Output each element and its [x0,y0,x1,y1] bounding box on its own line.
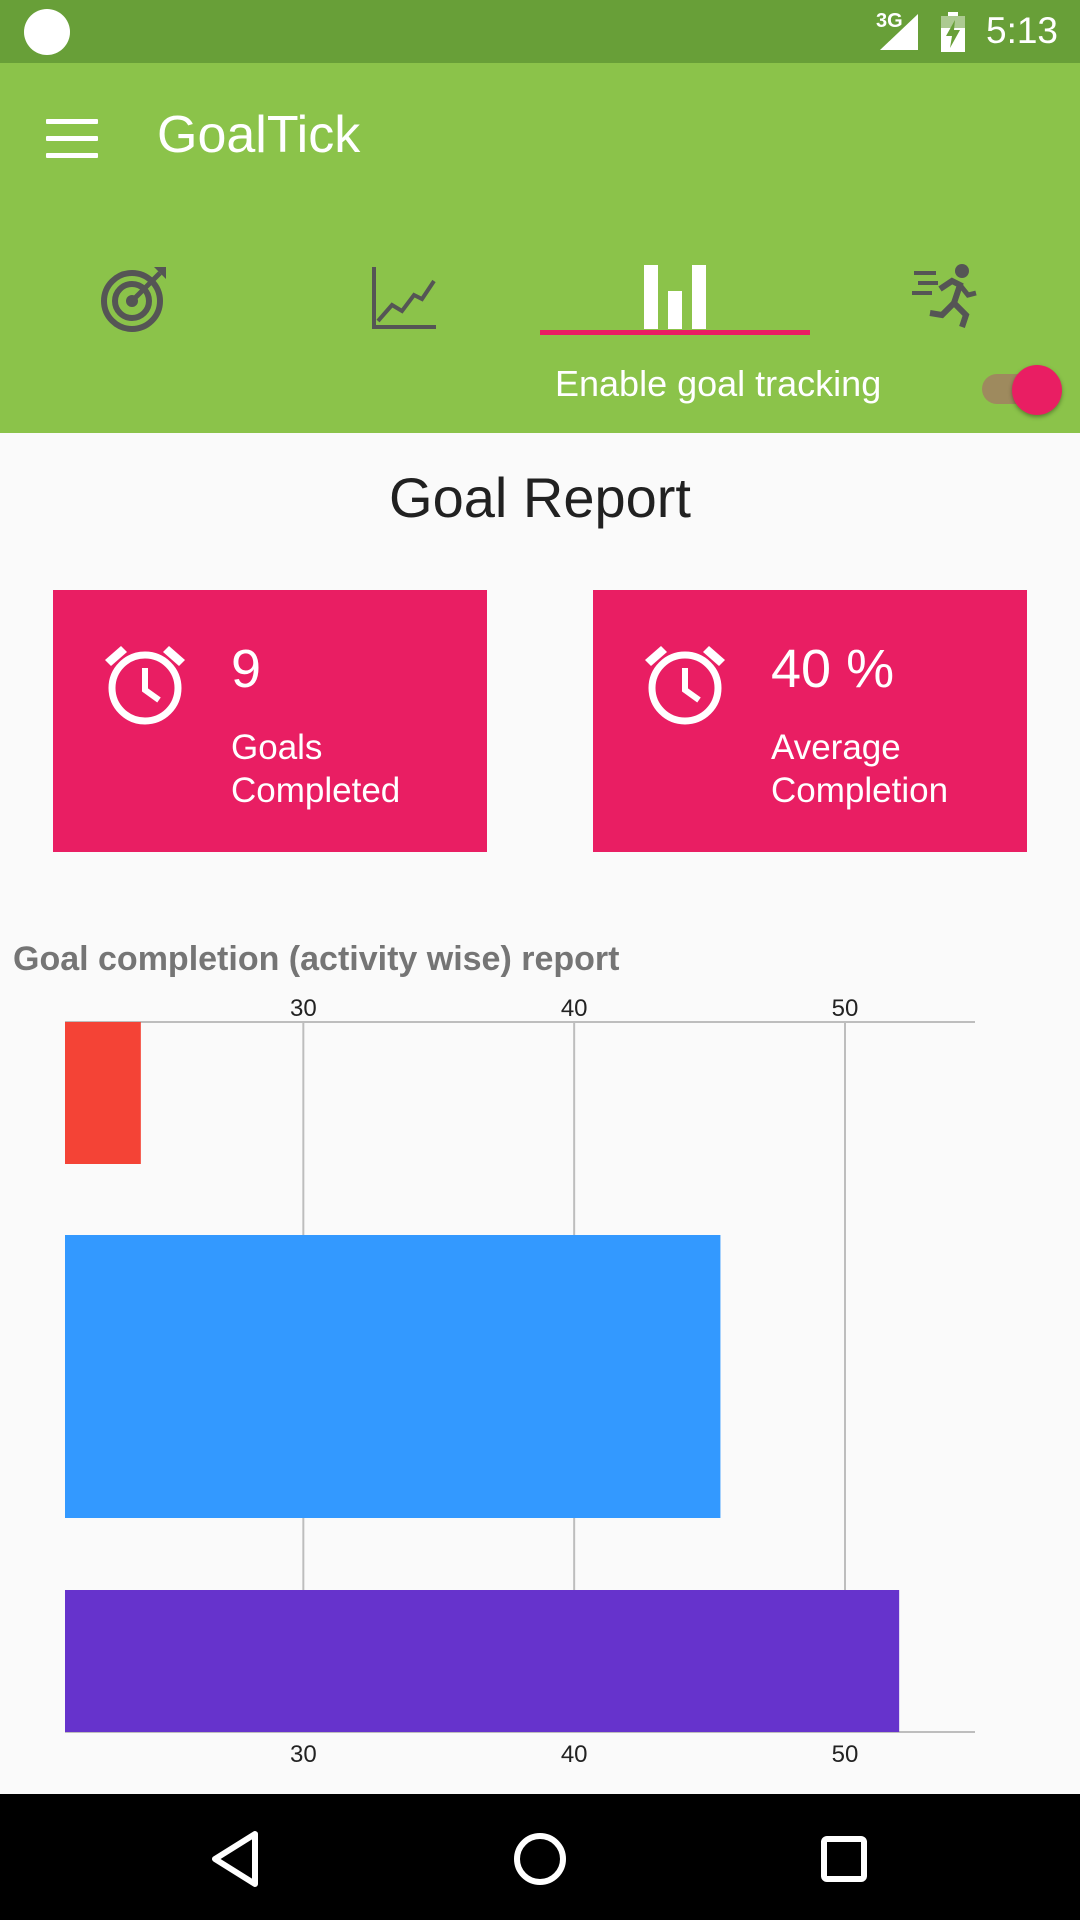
home-icon[interactable] [505,1824,575,1894]
page-title: Goal Report [389,466,691,529]
toggle-thumb [1012,365,1062,415]
x-tick-label-top: 40 [561,995,588,1022]
goals-completed-card: 9 Goals Completed [53,590,487,852]
battery-icon [941,12,965,52]
chart-bar [65,1590,900,1732]
tab-indicator [540,330,810,335]
tab-goals[interactable] [0,223,270,403]
menu-icon[interactable] [46,119,98,159]
x-tick-label-bottom: 30 [290,1741,317,1768]
chart-bar [65,1235,721,1518]
goals-completed-label: Goals Completed [231,728,401,810]
chart-title: Goal completion (activity wise) report [13,940,620,978]
average-completion-value: 40 % [771,639,895,699]
tab-progress[interactable] [270,223,540,403]
x-tick-label-top: 30 [290,995,317,1022]
app-bar: GoalTick Enable goal tracking [0,63,1080,433]
status-bar: 3G 5:13 [0,0,1080,63]
navigation-bar [0,1794,1080,1920]
alarm-clock-icon [645,646,725,725]
goals-completed-value: 9 [231,639,262,699]
chart-bar [65,1022,141,1164]
x-tick-label-top: 50 [832,995,859,1022]
bar-chart-icon [644,265,706,329]
back-icon[interactable] [201,1824,271,1894]
app-title: GoalTick [157,106,361,164]
signal-icon [880,14,918,50]
x-tick-label-bottom: 40 [561,1741,588,1768]
alarm-clock-icon [105,646,185,725]
target-icon [101,267,166,332]
clock: 5:13 [986,10,1059,51]
running-man-icon [912,264,977,328]
notification-icon [24,9,70,55]
activity-bar-chart: 30 30 40 40 50 50 [65,995,975,1768]
average-completion-card: 40 % Average Completion [593,590,1027,852]
line-chart-icon [372,267,436,329]
toggle-label: Enable goal tracking [555,363,882,404]
average-completion-label: Average Completion [771,728,949,810]
x-tick-label-bottom: 50 [832,1741,859,1768]
recents-icon[interactable] [809,1824,879,1894]
